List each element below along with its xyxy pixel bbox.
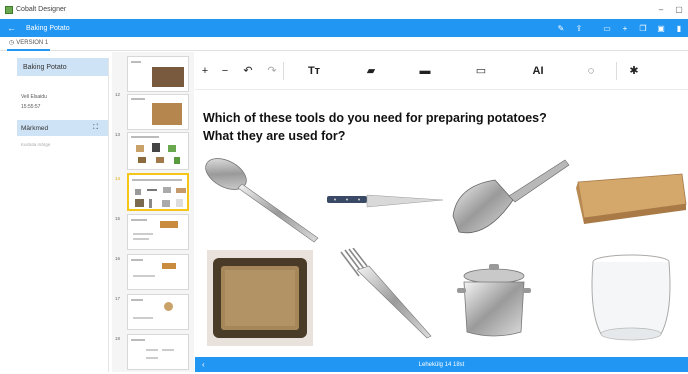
- version-bar: ◷ VERSION 1: [0, 37, 688, 51]
- back-arrow-icon[interactable]: ←: [7, 23, 16, 33]
- left-panel: Baking Potato Veli Elsaidu 15:55:57 Märk…: [17, 58, 109, 372]
- embed-icon[interactable]: ▭: [452, 64, 510, 77]
- slide-thumbnail-selected[interactable]: [127, 173, 189, 211]
- slide-thumbnail[interactable]: [127, 254, 189, 290]
- document-title: Baking Potato: [26, 24, 70, 32]
- editor-toolbar: + − ↶ ↷ Tт ▰ ▬ ▭ AI ◌ ✱: [195, 52, 688, 90]
- settings-icon[interactable]: ✱: [617, 64, 651, 77]
- user-name: Veli Elsaidu: [21, 94, 47, 100]
- image-icon[interactable]: ▰: [344, 64, 398, 77]
- slide-thumbnail[interactable]: [127, 94, 189, 130]
- delete-icon[interactable]: ▮: [670, 24, 688, 33]
- thumb-image: [152, 103, 182, 125]
- text-cursor-icon[interactable]: AI: [510, 65, 566, 77]
- thumb-image: [152, 67, 184, 87]
- text-style-icon[interactable]: Tт: [284, 65, 344, 77]
- notes-empty: Kustuta märge: [21, 142, 51, 147]
- slide-thumbnail[interactable]: [127, 214, 189, 250]
- slide-question[interactable]: Which of these tools do you need for pre…: [203, 109, 683, 145]
- slide-number: 17: [115, 296, 121, 301]
- knife-image[interactable]: [325, 190, 445, 216]
- cutting-board-image[interactable]: [570, 162, 688, 226]
- copy-icon[interactable]: ❐: [634, 24, 652, 33]
- slide-number: 18: [115, 336, 121, 341]
- restore-button[interactable]: ▢: [670, 5, 688, 14]
- present-icon[interactable]: ▭: [598, 24, 616, 33]
- notes-title: Märkmed: [21, 124, 49, 132]
- slide-editor: + − ↶ ↷ Tт ▰ ▬ ▭ AI ◌ ✱ Which of these t…: [195, 52, 688, 357]
- page-indicator-bar: ‹ Lehekülg 14 18st: [195, 357, 688, 372]
- slide-number: 12: [115, 92, 121, 97]
- slide-number: 15: [115, 216, 121, 221]
- remove-icon[interactable]: −: [215, 65, 235, 77]
- window-titlebar: Cobalt Designer – ▢: [0, 0, 688, 19]
- question-line-1: Which of these tools do you need for pre…: [203, 111, 547, 125]
- previous-page-icon[interactable]: ‹: [202, 360, 205, 369]
- version-tab[interactable]: ◷ VERSION 1: [7, 37, 51, 51]
- question-line-2: What they are used for?: [203, 129, 346, 143]
- sidebar-user: Veli Elsaidu 15:55:57: [17, 92, 108, 112]
- slide-number: 16: [115, 256, 121, 261]
- expand-icon[interactable]: ⛶: [93, 124, 98, 132]
- document-header: ← Baking Potato ✎ ⇪ ▭ + ❐ ▣ ▮: [0, 19, 688, 37]
- slide-thumbnail[interactable]: [127, 56, 189, 92]
- slide-number: 14: [115, 176, 121, 181]
- slide-thumbnail[interactable]: [127, 294, 189, 330]
- version-label: VERSION 1: [16, 39, 49, 46]
- undo-icon[interactable]: ↶: [235, 64, 261, 77]
- window-title: Cobalt Designer: [16, 6, 67, 13]
- minimize-button[interactable]: –: [652, 5, 670, 14]
- share-icon[interactable]: ⇪: [570, 24, 588, 33]
- page-label: Lehekülg 14 18st: [418, 361, 465, 368]
- user-time: 15:55:57: [21, 104, 41, 110]
- redo-icon[interactable]: ↷: [261, 64, 283, 77]
- slide-thumbnails: 12 13 14 15 16 17 18: [112, 52, 194, 372]
- baking-tray-image[interactable]: [207, 250, 313, 346]
- add-icon[interactable]: +: [195, 65, 215, 77]
- speech-icon[interactable]: ◌: [566, 65, 616, 77]
- save-icon[interactable]: ▣: [652, 24, 670, 33]
- glass-image[interactable]: [587, 252, 675, 344]
- video-icon[interactable]: ▬: [398, 65, 452, 77]
- scoop-image[interactable]: [447, 156, 572, 240]
- slide-thumbnail[interactable]: [127, 132, 189, 170]
- history-icon: ◷: [9, 40, 15, 46]
- add-icon[interactable]: +: [616, 24, 634, 33]
- pot-image[interactable]: [457, 262, 531, 340]
- slide-thumbnail[interactable]: [127, 334, 189, 370]
- edit-icon[interactable]: ✎: [552, 24, 570, 33]
- slide-number: 13: [115, 132, 121, 137]
- sidebar-title[interactable]: Baking Potato: [17, 58, 108, 76]
- notes-header[interactable]: Märkmed ⛶: [17, 120, 108, 136]
- app-logo-icon: [5, 5, 13, 14]
- fork-image[interactable]: [335, 248, 435, 340]
- spoon-image[interactable]: [200, 152, 325, 244]
